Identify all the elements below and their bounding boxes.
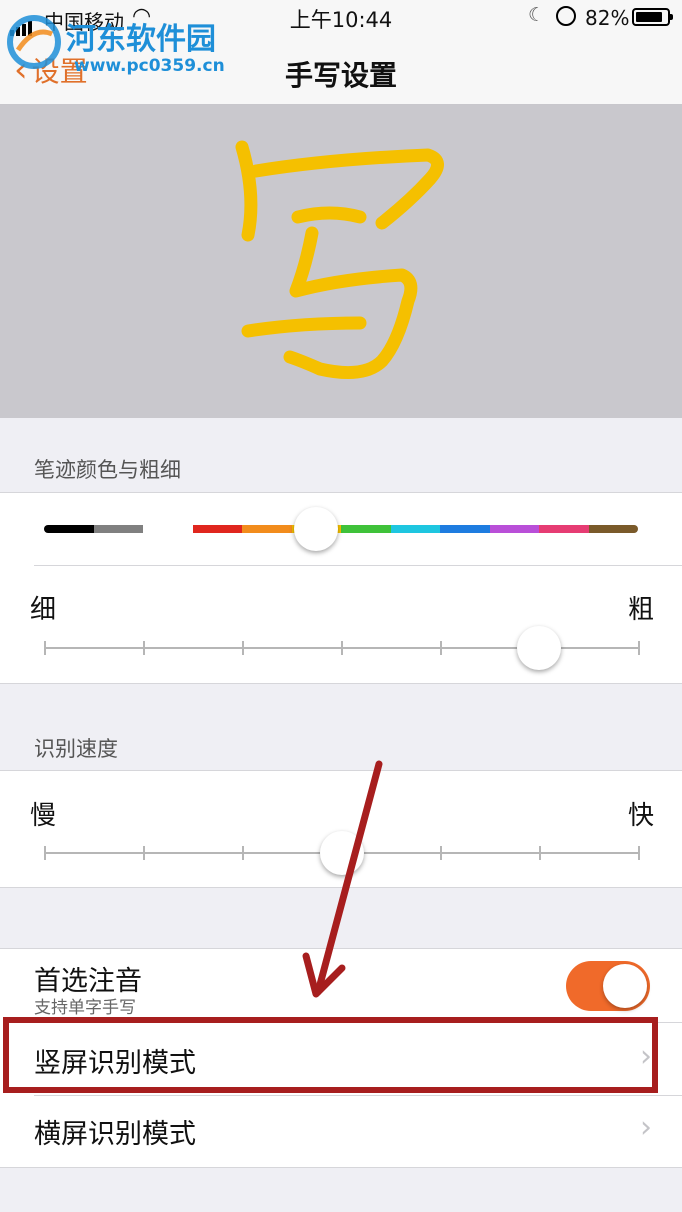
slider-tick <box>638 641 640 655</box>
speed-settings-group: 慢 快 <box>0 770 682 888</box>
watermark: 河东软件园 www.pc0359.cn <box>4 12 225 84</box>
section-header-stroke: 笔迹颜色与粗细 <box>34 458 181 482</box>
section-header-speed: 识别速度 <box>34 737 118 761</box>
landscape-mode-label: 横屏识别模式 <box>34 1119 196 1150</box>
toggle-thumb <box>603 964 647 1008</box>
slider-tick <box>440 641 442 655</box>
rotation-lock-icon <box>556 6 576 26</box>
slider-tick <box>143 641 145 655</box>
watermark-logo-icon <box>7 15 61 69</box>
slider-tick <box>44 846 46 860</box>
slider-tick <box>440 846 442 860</box>
color-swatch[interactable] <box>489 525 539 533</box>
color-swatch[interactable] <box>588 525 638 533</box>
color-slider-knob[interactable] <box>294 507 339 551</box>
slider-tick <box>341 641 343 655</box>
speed-slider-knob[interactable] <box>320 831 364 875</box>
slider-tick <box>143 846 145 860</box>
slow-label: 慢 <box>30 801 57 831</box>
slider-tick <box>242 641 244 655</box>
slider-tick <box>539 846 541 860</box>
color-swatch[interactable] <box>143 525 193 533</box>
color-swatch[interactable] <box>44 525 94 533</box>
do-not-disturb-icon: ☾ <box>528 4 546 26</box>
battery-icon <box>632 8 673 26</box>
color-swatch[interactable] <box>390 525 440 533</box>
portrait-mode-label: 竖屏识别模式 <box>34 1048 196 1079</box>
slider-tick <box>44 641 46 655</box>
chevron-right-icon: › <box>640 1110 652 1145</box>
color-swatch[interactable] <box>93 525 143 533</box>
zhuyin-row: 首选注音 支持单字手写 <box>0 949 682 1021</box>
landscape-mode-row[interactable]: 横屏识别模式 › <box>0 1096 682 1166</box>
battery-percent: 82% <box>585 6 630 30</box>
watermark-title: 河东软件园 <box>66 22 216 57</box>
handwriting-canvas[interactable] <box>0 105 682 418</box>
divider <box>34 565 682 566</box>
fast-label: 快 <box>627 801 654 831</box>
slider-tick <box>242 846 244 860</box>
color-swatch[interactable] <box>539 525 589 533</box>
color-swatch[interactable] <box>440 525 490 533</box>
handwriting-stroke-sample <box>235 140 444 380</box>
color-palette-slider[interactable] <box>44 525 638 533</box>
zhuyin-toggle[interactable] <box>566 961 650 1011</box>
thickness-slider-knob[interactable] <box>516 626 561 670</box>
color-swatch[interactable] <box>242 525 292 533</box>
slider-tick <box>638 846 640 860</box>
color-swatch[interactable] <box>192 525 242 533</box>
portrait-mode-row[interactable]: 竖屏识别模式 › <box>0 1023 682 1095</box>
chevron-right-icon: › <box>640 1039 652 1074</box>
mode-settings-group: 首选注音 支持单字手写 竖屏识别模式 › 横屏识别模式 › <box>0 948 682 1168</box>
watermark-url: www.pc0359.cn <box>74 56 225 76</box>
stroke-settings-group: 细 粗 <box>0 492 682 684</box>
zhuyin-subtitle: 支持单字手写 <box>34 998 136 1018</box>
thick-label: 粗 <box>627 595 654 625</box>
color-swatch[interactable] <box>341 525 391 533</box>
thin-label: 细 <box>30 595 57 625</box>
